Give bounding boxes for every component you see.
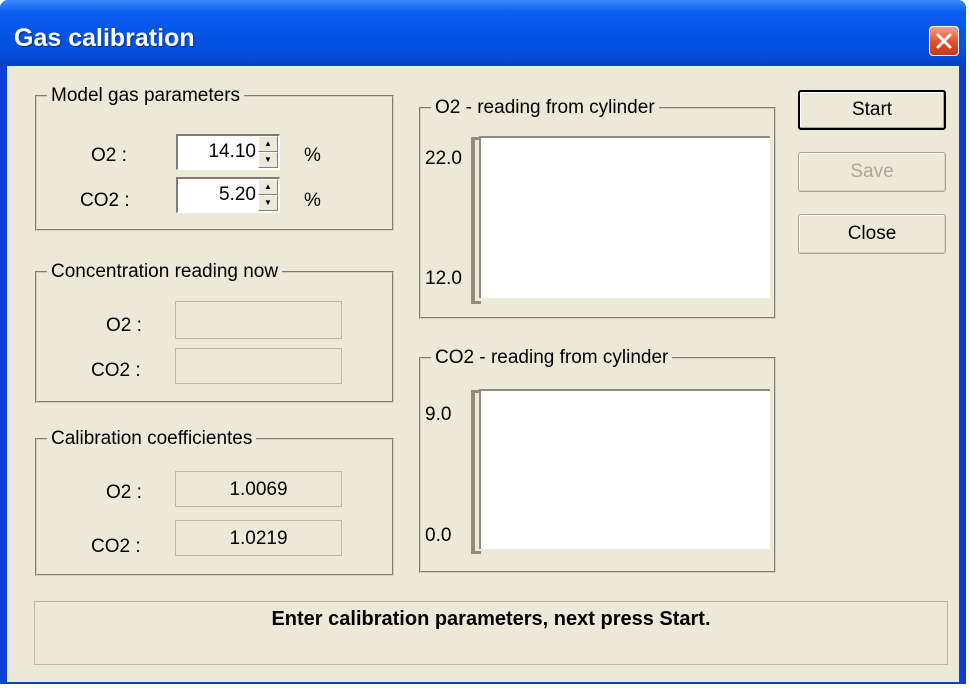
spin-up-arrow-icon[interactable]: ▲ (258, 179, 278, 195)
co2-scale-bar (471, 390, 475, 554)
calibration-coefficients-legend: Calibration coefficientes (51, 428, 253, 449)
o2-axis-max-label: 22.0 (425, 148, 462, 169)
spin-down-arrow-icon[interactable]: ▼ (258, 195, 278, 211)
model-co2-input[interactable] (178, 179, 258, 211)
save-button: Save (798, 152, 946, 192)
concentration-co2-value (175, 348, 342, 384)
o2-plot-area (479, 136, 770, 298)
gas-calibration-window: Gas calibration Model gas parameters O2 … (0, 0, 966, 684)
title-bar[interactable]: Gas calibration (0, 0, 966, 66)
window-title: Gas calibration (14, 24, 195, 52)
close-x-icon (936, 33, 952, 49)
concentration-reading-legend: Concentration reading now (51, 261, 279, 282)
model-co2-spin-buttons: ▲ ▼ (258, 179, 278, 211)
coefficients-o2-value: 1.0069 (175, 471, 342, 507)
model-o2-spinner[interactable]: ▲ ▼ (176, 134, 280, 170)
model-o2-unit: % (304, 145, 321, 166)
close-button[interactable]: Close (798, 214, 946, 254)
model-gas-parameters-legend: Model gas parameters (51, 85, 241, 106)
dialog-client-area: Model gas parameters O2 : ▲ ▼ % CO2 : ▲ … (7, 66, 959, 682)
co2-axis-min-label: 0.0 (425, 525, 452, 546)
concentration-o2-label: O2 : (106, 315, 142, 336)
coefficients-o2-label: O2 : (106, 482, 142, 503)
window-close-button[interactable] (929, 26, 959, 56)
co2-scale-tick-bottom (471, 551, 481, 554)
co2-reading-legend: CO2 - reading from cylinder (435, 347, 669, 368)
spin-down-arrow-icon[interactable]: ▼ (258, 152, 278, 168)
model-co2-spinner[interactable]: ▲ ▼ (176, 177, 280, 213)
o2-axis-min-label: 12.0 (425, 268, 462, 289)
co2-plot-area (479, 389, 770, 549)
o2-scale-bar (471, 137, 475, 304)
co2-axis-max-label: 9.0 (425, 404, 452, 425)
model-o2-label: O2 : (91, 145, 127, 166)
model-o2-input[interactable] (178, 136, 258, 168)
status-message: Enter calibration parameters, next press… (34, 601, 948, 665)
model-co2-label: CO2 : (80, 190, 130, 211)
start-button[interactable]: Start (798, 90, 946, 130)
concentration-co2-label: CO2 : (91, 360, 141, 381)
coefficients-co2-label: CO2 : (91, 536, 141, 557)
concentration-o2-value (175, 301, 342, 339)
o2-scale-tick-bottom (471, 301, 481, 304)
model-co2-unit: % (304, 190, 321, 211)
model-o2-spin-buttons: ▲ ▼ (258, 136, 278, 168)
o2-reading-legend: O2 - reading from cylinder (435, 97, 655, 118)
coefficients-co2-value: 1.0219 (175, 520, 342, 556)
spin-up-arrow-icon[interactable]: ▲ (258, 136, 278, 152)
